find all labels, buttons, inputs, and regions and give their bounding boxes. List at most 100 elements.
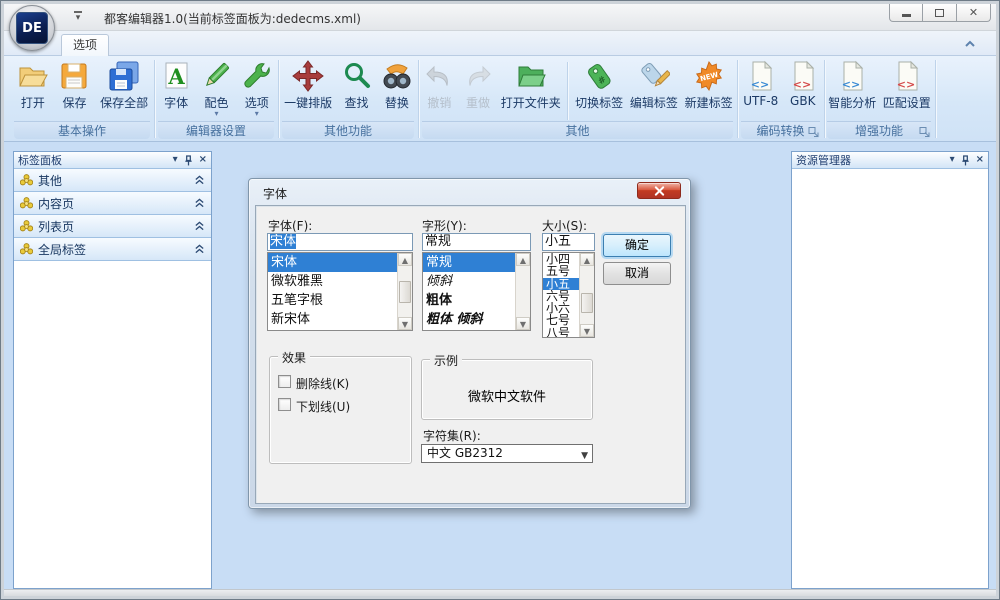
one-key-format-button[interactable]: 一键排版	[282, 58, 334, 111]
sample-text: 微软中文软件	[467, 390, 546, 405]
collapse-chevron-icon[interactable]	[194, 221, 205, 231]
list-item[interactable]: 七号	[543, 314, 579, 326]
dialog-close-button[interactable]	[637, 182, 681, 199]
strikeout-checkbox[interactable]	[278, 375, 291, 388]
list-item[interactable]: 常规	[423, 253, 515, 272]
undo-button[interactable]: 撤销	[421, 58, 457, 111]
flower-icon	[20, 196, 33, 208]
charset-label: 字符集(R):	[423, 429, 481, 443]
font-name-input[interactable]: 宋体	[267, 233, 413, 251]
list-item[interactable]: 宋体	[268, 253, 397, 272]
panel-dropdown-icon[interactable]: ▾	[173, 155, 178, 165]
save-all-button[interactable]: 保存全部	[98, 58, 150, 111]
tab-options[interactable]: 选项	[61, 34, 109, 56]
cancel-button[interactable]: 取消	[603, 262, 671, 285]
open-folder-button[interactable]: 打开文件夹	[499, 58, 563, 111]
panel-pin-icon[interactable]	[184, 154, 193, 166]
font-size-input[interactable]: 小五	[542, 233, 595, 251]
options-button[interactable]: 选项 ▾	[239, 58, 275, 118]
match-settings-button[interactable]: <> 匹配设置	[881, 58, 933, 111]
ok-button[interactable]: 确定	[603, 234, 671, 257]
switch-tag-button[interactable]: # 切换标签	[573, 58, 625, 111]
edit-tag-button[interactable]: 编辑标签	[628, 58, 680, 111]
list-item[interactable]: 小四	[543, 253, 579, 265]
sidebar-item-other[interactable]: 其他	[14, 169, 211, 192]
open-button[interactable]: 打开	[15, 58, 51, 111]
save-floppy-icon	[61, 63, 87, 89]
quick-access-dropdown-icon[interactable]: ▾	[74, 11, 82, 23]
tag-edit-icon	[641, 62, 670, 87]
move-arrows-icon	[292, 60, 324, 92]
scrollbar[interactable]: ▲ ▼	[397, 253, 412, 330]
ribbon-collapse-icon[interactable]	[962, 36, 978, 52]
list-item[interactable]: 倾斜	[423, 272, 515, 291]
font-name-list[interactable]: 宋体 微软雅黑 五笔字根 新宋体 ▲ ▼	[267, 252, 413, 331]
font-style-input[interactable]: 常规	[422, 233, 531, 251]
minimize-button[interactable]	[889, 4, 923, 22]
tag-panel-header: 标签面板 ▾ ×	[14, 152, 211, 169]
collapse-chevron-icon[interactable]	[194, 175, 205, 185]
scrollbar[interactable]: ▲ ▼	[515, 253, 530, 330]
panel-dropdown-icon[interactable]: ▾	[950, 155, 955, 165]
undo-icon	[426, 65, 449, 86]
minimize-icon	[901, 14, 911, 17]
scroll-thumb[interactable]	[399, 281, 411, 303]
redo-button[interactable]: 重做	[460, 58, 496, 111]
scrollbar[interactable]: ▲ ▼	[579, 253, 594, 337]
doc-code-red-icon: <>	[897, 60, 918, 91]
font-dialog-title: 字体	[263, 187, 288, 201]
scroll-up-icon[interactable]: ▲	[398, 253, 412, 266]
sidebar-item-global-tags[interactable]: 全局标签	[14, 238, 211, 261]
underline-checkbox[interactable]	[278, 398, 291, 411]
font-size-list[interactable]: 小四 五号 小五 六号 小六 七号 八号 ▲ ▼	[542, 252, 595, 338]
scroll-thumb[interactable]	[581, 293, 593, 313]
panel-pin-icon[interactable]	[961, 154, 970, 166]
smart-analyze-button[interactable]: <> 智能分析	[826, 58, 878, 111]
wrench-icon	[244, 63, 270, 88]
replace-button[interactable]: 替换	[379, 58, 415, 111]
app-menu-orb[interactable]: DE	[9, 5, 55, 51]
save-button[interactable]: 保存	[56, 58, 92, 111]
dialog-launcher-icon[interactable]	[919, 126, 931, 139]
scroll-up-icon[interactable]: ▲	[580, 253, 594, 266]
app-window: ▾ 都客编辑器1.0(当前标签面板为:dedecms.xml) ✕ DE 选项 …	[0, 0, 1000, 600]
color-scheme-button[interactable]: 配色 ▾	[198, 58, 234, 118]
utf8-button[interactable]: <> UTF-8	[741, 58, 780, 108]
list-item[interactable]: 粗体	[423, 291, 515, 310]
scroll-down-icon[interactable]: ▼	[516, 317, 530, 330]
scroll-down-icon[interactable]: ▼	[398, 317, 412, 330]
list-item[interactable]: 五笔字根	[268, 291, 397, 310]
list-item[interactable]: 六号	[543, 290, 579, 302]
font-button[interactable]: A 字体	[158, 58, 194, 111]
list-item[interactable]: 五号	[543, 265, 579, 277]
find-button[interactable]: 查找	[339, 58, 375, 111]
sidebar-item-list-page[interactable]: 列表页	[14, 215, 211, 238]
collapse-chevron-icon[interactable]	[194, 198, 205, 208]
maximize-button[interactable]	[923, 4, 957, 22]
svg-text:<>: <>	[842, 78, 860, 91]
scroll-up-icon[interactable]: ▲	[516, 253, 530, 266]
panel-close-icon[interactable]: ×	[976, 155, 984, 165]
panel-close-icon[interactable]: ×	[199, 155, 207, 165]
magnifier-icon	[344, 63, 370, 88]
close-icon	[654, 185, 664, 196]
collapse-chevron-icon[interactable]	[194, 244, 205, 254]
gbk-button[interactable]: <> GBK	[785, 58, 821, 108]
sidebar-item-content-page[interactable]: 内容页	[14, 192, 211, 215]
new-tag-button[interactable]: NEW 新建标签	[683, 58, 735, 111]
charset-select[interactable]: 中文 GB2312 ▼	[421, 444, 593, 463]
window-title: 都客编辑器1.0(当前标签面板为:dedecms.xml)	[104, 12, 361, 26]
list-item[interactable]: 微软雅黑	[268, 272, 397, 291]
list-item[interactable]: 八号	[543, 327, 579, 337]
list-item[interactable]: 小五	[543, 277, 579, 290]
dialog-launcher-icon[interactable]	[808, 126, 820, 139]
font-style-label: 字形(Y):	[422, 219, 467, 233]
app-logo: DE	[16, 12, 48, 44]
list-item[interactable]: 小六	[543, 302, 579, 314]
list-item[interactable]: 粗体 倾斜	[423, 310, 515, 329]
close-button[interactable]: ✕	[957, 4, 991, 22]
font-style-list[interactable]: 常规 倾斜 粗体 粗体 倾斜 ▲ ▼	[422, 252, 531, 331]
list-item[interactable]: 新宋体	[268, 310, 397, 329]
save-all-floppy-icon	[109, 61, 139, 91]
scroll-down-icon[interactable]: ▼	[580, 324, 594, 337]
